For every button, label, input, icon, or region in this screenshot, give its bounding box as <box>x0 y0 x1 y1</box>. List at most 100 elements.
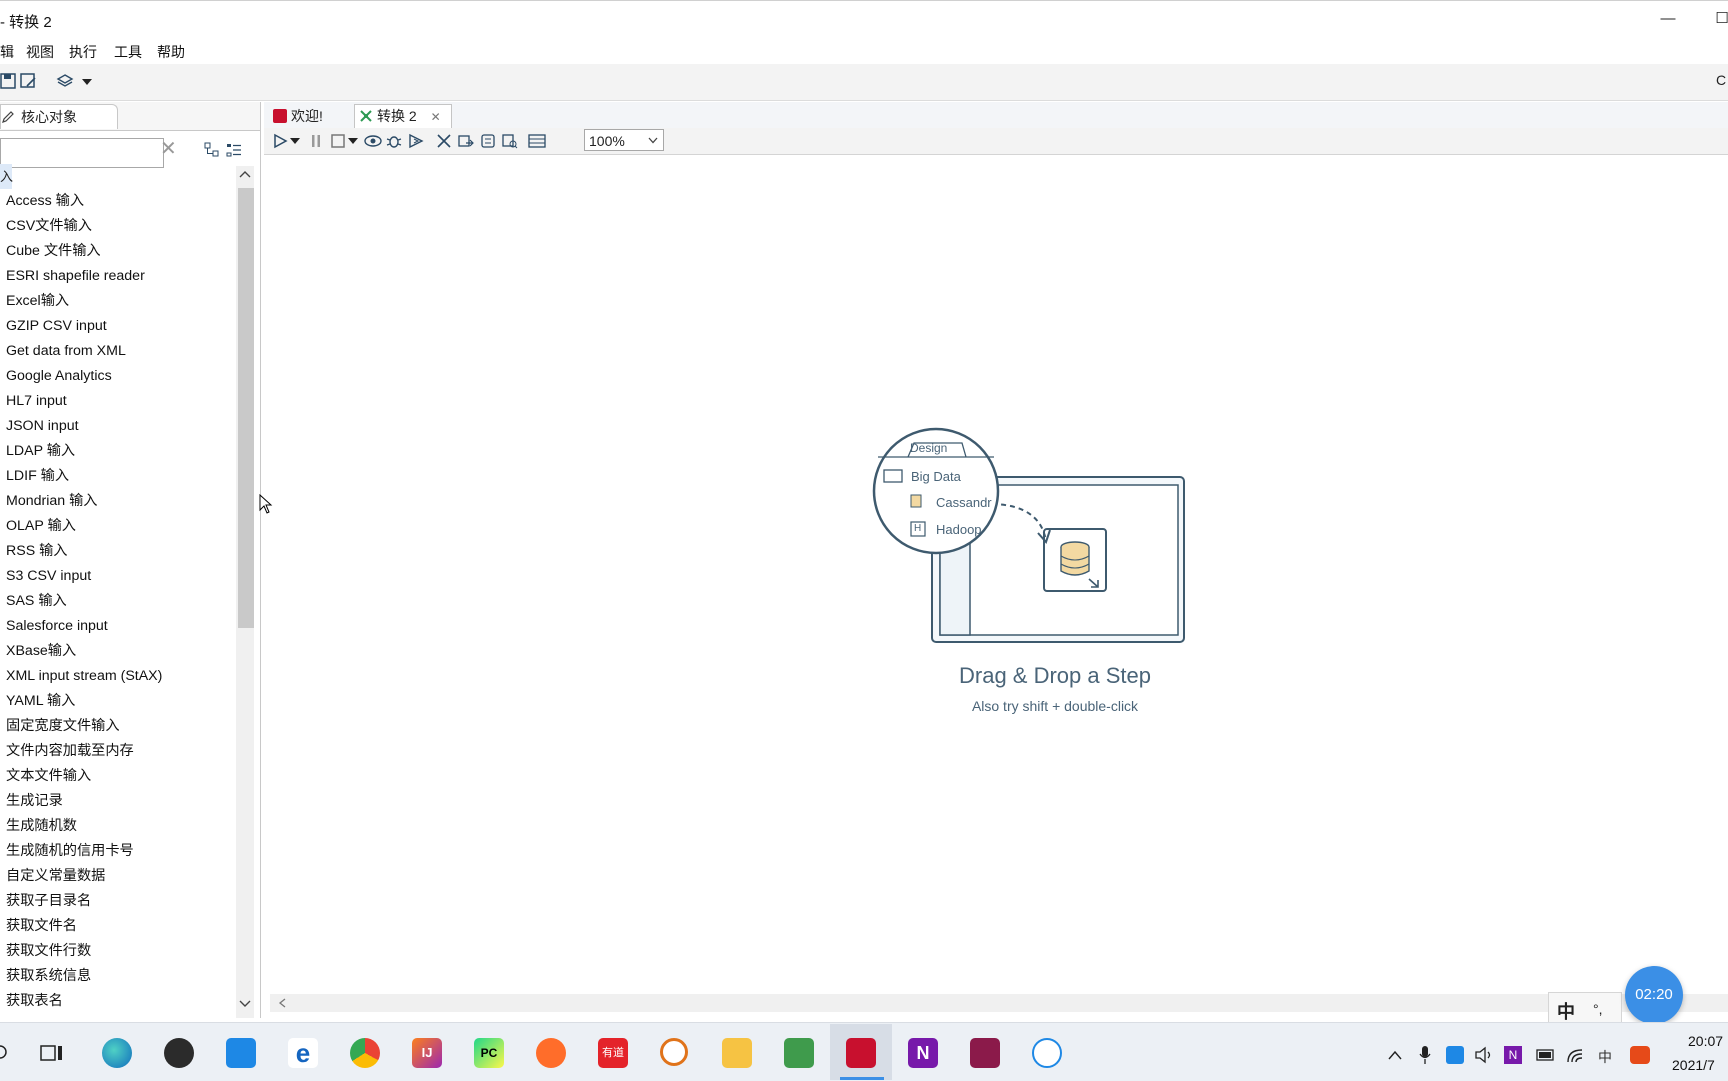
app-circle-icon[interactable] <box>1032 1038 1062 1068</box>
sogou-icon[interactable] <box>1630 1046 1650 1064</box>
step-list-item[interactable]: XBase输入 <box>0 639 236 664</box>
volume-icon[interactable] <box>1474 1046 1494 1064</box>
step-list-item[interactable]: SAS 输入 <box>0 589 236 614</box>
pentaho-spoon-icon[interactable] <box>846 1038 876 1068</box>
pause-icon[interactable] <box>308 133 324 149</box>
timer-badge[interactable]: 02:20 <box>1625 966 1683 1024</box>
ime-punct[interactable]: °, <box>1593 1001 1603 1017</box>
step-list-item[interactable]: OLAP 输入 <box>0 514 236 539</box>
chevron-down-icon[interactable] <box>82 78 92 86</box>
clock-time[interactable]: 20:07 <box>1688 1033 1723 1049</box>
task-view-icon[interactable] <box>40 1042 64 1064</box>
edge-icon[interactable] <box>102 1038 132 1068</box>
step-list-item[interactable]: Excel输入 <box>0 289 236 314</box>
step-list-item[interactable]: YAML 输入 <box>0 689 236 714</box>
clock-date[interactable]: 2021/7 <box>1672 1057 1715 1073</box>
scroll-left-icon[interactable] <box>278 998 286 1008</box>
preview-eye-icon[interactable] <box>364 133 382 149</box>
scroll-up-icon[interactable] <box>239 170 251 178</box>
ime-mode[interactable]: 中 <box>1557 998 1575 1024</box>
tab-transform-2[interactable]: 转换 2 ✕ <box>354 104 452 129</box>
step-list-item[interactable]: XML input stream (StAX) <box>0 664 236 689</box>
everything-search-icon[interactable] <box>660 1038 688 1066</box>
step-list-item[interactable]: Salesforce input <box>0 614 236 639</box>
davinci-icon[interactable] <box>164 1038 194 1068</box>
step-list-item[interactable]: Mondrian 输入 <box>0 489 236 514</box>
zoom-select[interactable]: 100% <box>584 129 664 151</box>
canvas-hscrollbar[interactable] <box>270 994 1728 1012</box>
step-list-item[interactable]: 获取表名 <box>0 989 236 1014</box>
stop-icon[interactable] <box>330 133 346 149</box>
perspective-label[interactable]: C <box>1716 72 1726 88</box>
vscode-icon[interactable] <box>226 1038 256 1068</box>
tab-welcome[interactable]: 欢迎! <box>268 104 334 129</box>
category-input[interactable]: 入 <box>0 164 13 189</box>
step-list-item[interactable]: 获取系统信息 <box>0 964 236 989</box>
step-list-item[interactable]: CSV文件输入 <box>0 214 236 239</box>
step-list-item[interactable]: 自定义常量数据 <box>0 864 236 889</box>
run-icon[interactable] <box>272 133 288 149</box>
file-explorer-icon[interactable] <box>722 1038 752 1068</box>
menu-tools[interactable]: 工具 <box>114 42 142 62</box>
menu-help[interactable]: 帮助 <box>157 42 185 62</box>
collapse-all-icon[interactable] <box>226 142 242 158</box>
intellij-icon[interactable]: IJ <box>412 1038 442 1068</box>
layers-icon[interactable] <box>56 72 74 90</box>
step-list-item[interactable]: GZIP CSV input <box>0 314 236 339</box>
pycharm-icon[interactable]: PC <box>474 1038 504 1068</box>
wifi-icon[interactable] <box>1566 1046 1584 1064</box>
menu-edit[interactable]: 辑 <box>0 42 14 62</box>
onenote-tray-icon[interactable]: N <box>1504 1046 1522 1064</box>
search-icon[interactable] <box>0 1044 8 1062</box>
chrome-icon[interactable] <box>350 1038 380 1068</box>
step-list-item[interactable]: 固定宽度文件输入 <box>0 714 236 739</box>
save-icon[interactable] <box>0 72 18 90</box>
expand-all-icon[interactable] <box>204 142 220 158</box>
step-list-item[interactable]: ESRI shapefile reader <box>0 264 236 289</box>
show-results-icon[interactable] <box>528 133 546 149</box>
run-options-chevron-icon[interactable] <box>290 138 300 145</box>
stop-options-chevron-icon[interactable] <box>348 138 358 145</box>
tab-core-objects[interactable]: 核心对象 <box>0 104 118 129</box>
step-list-item[interactable]: S3 CSV input <box>0 564 236 589</box>
explore-db-icon[interactable] <box>502 133 518 149</box>
replay-icon[interactable] <box>408 133 424 149</box>
debug-icon[interactable] <box>386 133 402 149</box>
battery-icon[interactable] <box>1536 1048 1556 1062</box>
step-list-item[interactable]: Google Analytics <box>0 364 236 389</box>
onenote-icon[interactable]: N <box>908 1038 938 1068</box>
app-icon[interactable] <box>970 1038 1000 1068</box>
step-list-item[interactable]: 获取文件行数 <box>0 939 236 964</box>
microphone-icon[interactable] <box>1418 1045 1432 1065</box>
scroll-down-icon[interactable] <box>239 1000 251 1008</box>
maximize-button[interactable]: ☐ <box>1712 9 1728 29</box>
step-list-item[interactable]: 生成记录 <box>0 789 236 814</box>
step-list-item[interactable]: 文本文件输入 <box>0 764 236 789</box>
verify-icon[interactable] <box>436 133 452 149</box>
tree-scrollbar-thumb[interactable] <box>238 188 254 628</box>
step-list-item[interactable]: Cube 文件输入 <box>0 239 236 264</box>
clear-search-icon[interactable]: ✕ <box>160 136 177 161</box>
step-list-item[interactable]: Access 输入 <box>0 189 236 214</box>
sql-icon[interactable] <box>480 133 496 149</box>
minimize-button[interactable]: — <box>1658 9 1678 29</box>
tray-ime-indicator[interactable]: 中 <box>1598 1047 1612 1067</box>
menu-run[interactable]: 执行 <box>69 42 97 62</box>
step-list-item[interactable]: 生成随机数 <box>0 814 236 839</box>
ie-icon[interactable]: e <box>288 1038 318 1068</box>
step-list-item[interactable]: Get data from XML <box>0 339 236 364</box>
step-list-item[interactable]: 文件内容加载至内存 <box>0 739 236 764</box>
menu-view[interactable]: 视图 <box>26 42 54 62</box>
step-list-item[interactable]: RSS 输入 <box>0 539 236 564</box>
step-list-item[interactable]: 获取文件名 <box>0 914 236 939</box>
step-list-item[interactable]: LDAP 输入 <box>0 439 236 464</box>
step-list-item[interactable]: 获取子目录名 <box>0 889 236 914</box>
youdao-icon[interactable]: 有道 <box>598 1038 628 1068</box>
step-list-item[interactable]: LDIF 输入 <box>0 464 236 489</box>
close-tab-icon[interactable]: ✕ <box>421 110 441 124</box>
step-list-item[interactable]: JSON input <box>0 414 236 439</box>
tray-chevron-up-icon[interactable] <box>1388 1050 1402 1060</box>
notepad-icon[interactable] <box>784 1038 814 1068</box>
save-as-icon[interactable] <box>20 72 38 90</box>
analyze-impact-icon[interactable] <box>458 133 474 149</box>
